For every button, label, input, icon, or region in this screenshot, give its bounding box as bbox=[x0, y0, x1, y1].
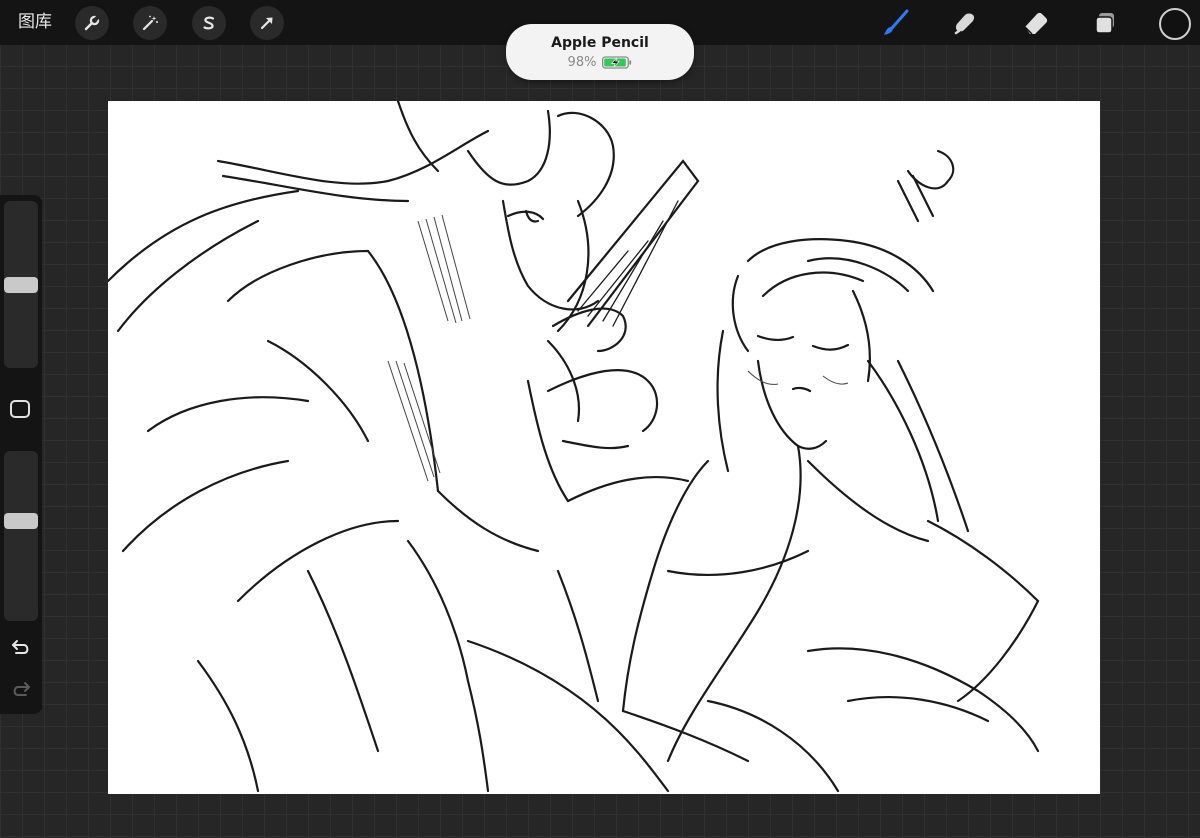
arrow-cursor-icon bbox=[260, 17, 273, 30]
pencil-battery-row: 98% bbox=[506, 55, 694, 70]
adjustments-button[interactable] bbox=[133, 6, 167, 40]
magic-wand-icon bbox=[142, 15, 158, 31]
battery-charging-icon bbox=[602, 56, 632, 69]
actions-button[interactable] bbox=[75, 6, 109, 40]
smudge-button[interactable] bbox=[947, 6, 981, 40]
smudge-icon bbox=[954, 13, 975, 35]
pencil-device-name: Apple Pencil bbox=[551, 35, 649, 51]
pencil-battery-percent: 98% bbox=[567, 55, 597, 70]
layers-icon bbox=[1095, 13, 1114, 34]
brush-button[interactable] bbox=[878, 6, 912, 40]
left-sidebar bbox=[0, 195, 42, 714]
brush-size-slider-thumb[interactable] bbox=[4, 276, 38, 293]
transform-button[interactable] bbox=[250, 6, 284, 40]
eraser-button[interactable] bbox=[1018, 6, 1052, 40]
layers-button[interactable] bbox=[1088, 6, 1122, 40]
eraser-icon bbox=[1024, 12, 1048, 35]
drawing-canvas[interactable] bbox=[106, 99, 1100, 794]
wrench-icon bbox=[84, 15, 100, 31]
opacity-slider-thumb[interactable] bbox=[4, 512, 38, 529]
selection-button[interactable] bbox=[192, 6, 226, 40]
opacity-slider[interactable] bbox=[4, 451, 38, 621]
selection-s-icon bbox=[203, 16, 215, 30]
apple-pencil-battery-popup: Apple Pencil 98% bbox=[506, 24, 694, 80]
sketch-artwork bbox=[106, 99, 1040, 793]
color-picker-button[interactable] bbox=[1159, 8, 1191, 40]
undo-icon[interactable] bbox=[9, 636, 33, 658]
gallery-button[interactable]: 图库 bbox=[18, 11, 52, 33]
brush-icon bbox=[884, 9, 909, 35]
redo-icon[interactable] bbox=[9, 678, 33, 700]
modify-button[interactable] bbox=[10, 400, 30, 418]
